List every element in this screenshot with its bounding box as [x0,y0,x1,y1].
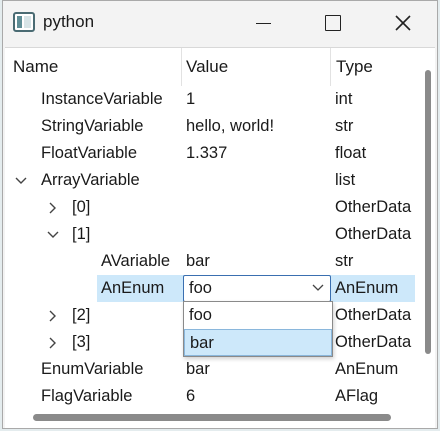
chevron-down-icon [312,284,324,291]
row-value[interactable] [186,194,334,221]
title-bar[interactable]: python [3,1,437,45]
chevron-down-icon[interactable] [45,221,61,248]
python-app-icon [13,12,35,32]
horizontal-scrollbar-thumb[interactable] [33,414,391,421]
row-value[interactable] [186,167,334,194]
row-value[interactable]: 1 [186,86,334,113]
row-type: str [335,252,354,270]
combo-current-value: foo [189,279,212,297]
row-type: list [335,171,356,189]
row-type: AnEnum [335,360,399,378]
row-value[interactable] [186,221,334,248]
row-name: EnumVariable [41,360,144,378]
row-name: [2] [72,306,91,324]
row-value[interactable]: bar [186,356,334,383]
row-type: AnEnum [335,279,399,297]
tree-row[interactable]: ArrayVariable list [5,167,415,194]
column-header-name[interactable]: Name [13,48,183,86]
row-name: FlagVariable [41,387,133,405]
row-name: StringVariable [41,117,144,135]
enum-combo-box[interactable]: foo [183,275,331,302]
row-name: [1] [72,225,91,243]
row-name: FloatVariable [41,144,137,162]
close-icon [395,15,411,31]
tree-row[interactable]: AVariable bar str [5,248,415,275]
close-button[interactable] [380,1,426,45]
enum-dropdown-list[interactable]: foo bar [183,301,333,357]
row-name: [0] [72,198,91,216]
row-name: ArrayVariable [41,171,140,189]
row-value[interactable]: hello, world! [186,113,334,140]
chevron-right-icon[interactable] [45,329,61,356]
chevron-right-icon[interactable] [45,194,61,221]
horizontal-scrollbar[interactable] [5,408,421,426]
tree-row[interactable]: EnumVariable bar AnEnum [5,356,415,383]
vertical-scrollbar[interactable] [421,66,435,384]
row-type: float [335,144,367,162]
tree-row[interactable]: FloatVariable 1.337 float [5,140,415,167]
row-value[interactable]: bar [186,248,334,275]
tree-row[interactable]: StringVariable hello, world! str [5,113,415,140]
vertical-scrollbar-thumb[interactable] [425,70,431,354]
maximize-button[interactable] [310,1,356,45]
column-header-value[interactable]: Value [186,48,331,86]
row-type: OtherData [335,333,412,351]
row-value[interactable]: 6 [186,383,334,410]
dropdown-option-foo[interactable]: foo [184,302,332,329]
tree-row[interactable]: [0] OtherData [5,194,415,221]
minimize-icon [255,22,271,24]
app-window: python Name Value Type InstanceVariable … [2,0,438,429]
dropdown-option-bar[interactable]: bar [184,329,332,356]
row-value[interactable]: 1.337 [186,140,334,167]
column-header-type[interactable]: Type [336,48,416,86]
tree-row[interactable]: FlagVariable 6 AFlag [5,383,415,410]
minimize-button[interactable] [240,1,286,45]
row-type: OtherData [335,306,412,324]
row-name: AVariable [101,252,171,270]
row-name: InstanceVariable [41,90,163,108]
row-name: AnEnum [101,279,165,297]
row-type: OtherData [335,225,412,243]
row-type: OtherData [335,198,412,216]
row-name: [3] [72,333,91,351]
chevron-down-icon[interactable] [13,167,29,194]
tree-row[interactable]: [1] OtherData [5,221,415,248]
maximize-icon [325,15,341,31]
window-title: python [43,12,95,31]
chevron-right-icon[interactable] [45,302,61,329]
tree-header: Name Value Type [5,48,435,86]
row-type: str [335,117,354,135]
tree-row-selected[interactable]: AnEnum foo AnEnum [5,275,415,302]
row-type: int [335,90,353,108]
row-type: AFlag [335,387,379,405]
variable-tree[interactable]: Name Value Type InstanceVariable 1 int S… [5,47,435,428]
tree-row[interactable]: InstanceVariable 1 int [5,86,415,113]
